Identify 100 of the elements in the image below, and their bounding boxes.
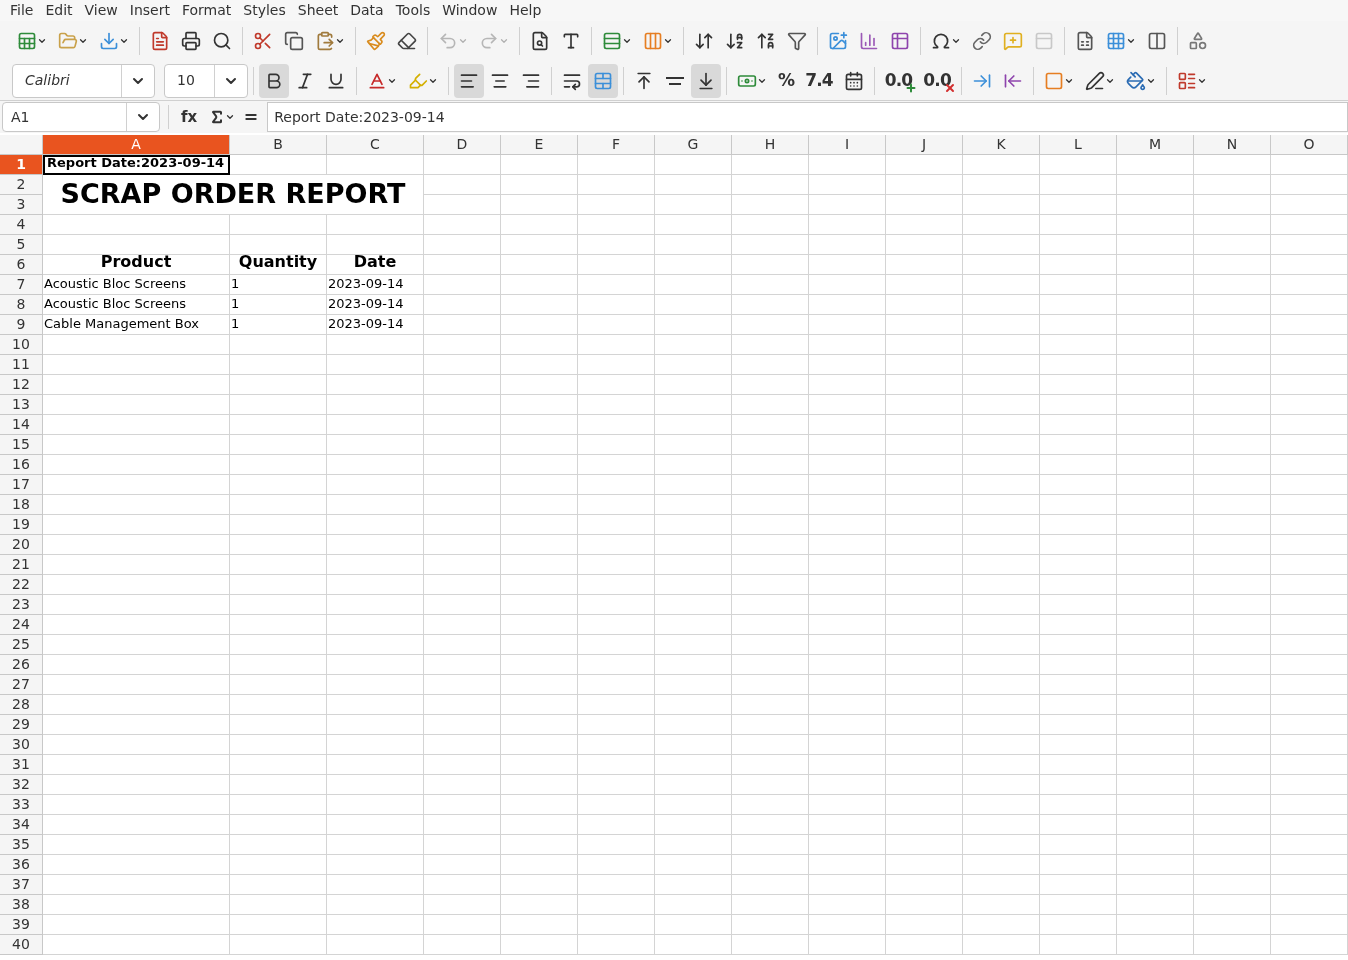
table-header-cell: Quantity [230, 255, 327, 275]
row-number[interactable]: 34 [0, 815, 43, 835]
row-number[interactable]: 31 [0, 755, 43, 775]
column-header[interactable]: H [732, 135, 809, 155]
column-header[interactable]: D [424, 135, 501, 155]
align-left-button[interactable] [454, 63, 484, 98]
row-number[interactable]: 7 [0, 275, 43, 295]
column-header[interactable]: A [43, 135, 230, 155]
row-number[interactable]: 13 [0, 395, 43, 415]
eraser-icon [397, 31, 417, 51]
row-number[interactable]: 11 [0, 355, 43, 375]
menu-item[interactable]: Edit [39, 0, 79, 21]
column-header[interactable]: F [578, 135, 655, 155]
column-header[interactable]: M [1117, 135, 1194, 155]
column-header[interactable]: O [1271, 135, 1348, 155]
name-box[interactable]: A1 [2, 102, 160, 132]
row-number[interactable]: 14 [0, 415, 43, 435]
column-header[interactable]: E [501, 135, 578, 155]
document-icon [150, 31, 170, 51]
row-number[interactable]: 23 [0, 595, 43, 615]
row-number[interactable]: 36 [0, 855, 43, 875]
download-icon [99, 31, 119, 51]
percent-format-button[interactable]: % [773, 63, 800, 98]
image-icon [828, 31, 848, 51]
menu-item[interactable]: Help [503, 0, 548, 21]
row-number[interactable]: 4 [0, 215, 43, 235]
columns-icon [643, 31, 663, 51]
row-number[interactable]: 26 [0, 655, 43, 675]
row-number[interactable]: 37 [0, 875, 43, 895]
align-bottom-button[interactable] [691, 63, 721, 98]
row-number[interactable]: 27 [0, 675, 43, 695]
menu-item[interactable]: View [78, 0, 124, 21]
row-number[interactable]: 3 [0, 195, 43, 215]
table-header-cell: Product [43, 255, 230, 275]
column-header[interactable]: C [327, 135, 424, 155]
formula-input[interactable]: Report Date:2023-09-14 [267, 102, 1348, 132]
row-number[interactable]: 12 [0, 375, 43, 395]
row-number[interactable]: 29 [0, 715, 43, 735]
borders-icon [1043, 70, 1064, 91]
column-header[interactable]: N [1194, 135, 1271, 155]
add-decimal-button[interactable]: 0.0 [879, 63, 918, 98]
row-number[interactable]: 24 [0, 615, 43, 635]
menu-item[interactable]: Sheet [291, 0, 345, 21]
row-number[interactable]: 1 [0, 155, 43, 175]
table-cell: Acoustic Bloc Screens [43, 295, 230, 315]
menu-item[interactable]: Data [344, 0, 390, 21]
row-number[interactable]: 16 [0, 455, 43, 475]
table-icon [890, 31, 910, 51]
row-number[interactable]: 30 [0, 735, 43, 755]
font-name-field[interactable]: Calibri [12, 63, 155, 98]
search-icon [530, 31, 550, 51]
menu-item[interactable]: Format [175, 0, 238, 21]
menu-item[interactable]: Tools [389, 0, 437, 21]
column-header[interactable]: I [809, 135, 886, 155]
row-number[interactable]: 39 [0, 915, 43, 935]
column-header[interactable]: B [230, 135, 327, 155]
row-number[interactable]: 19 [0, 515, 43, 535]
row-number[interactable]: 5 [0, 235, 43, 255]
sum-button[interactable] [209, 109, 236, 125]
menu-item[interactable]: Styles [237, 0, 292, 21]
number-format-button[interactable]: 7.4 [800, 63, 838, 98]
row-number[interactable]: 21 [0, 555, 43, 575]
row-number[interactable]: 17 [0, 475, 43, 495]
row-number[interactable]: 10 [0, 335, 43, 355]
sort-ascending-icon [725, 31, 745, 51]
menu-item[interactable]: File [4, 0, 40, 21]
printer-icon [181, 31, 201, 51]
column-header[interactable]: J [886, 135, 963, 155]
bar-chart-icon [859, 31, 879, 51]
menu-item[interactable]: Insert [123, 0, 176, 21]
column-header[interactable]: G [655, 135, 732, 155]
row-number[interactable]: 9 [0, 315, 43, 335]
row-number[interactable]: 2 [0, 175, 43, 195]
menu-item[interactable]: Window [436, 0, 504, 21]
row-number[interactable]: 35 [0, 835, 43, 855]
merge-cells-button[interactable] [588, 63, 618, 98]
font-size-field[interactable]: 10 [164, 63, 248, 98]
column-header[interactable]: K [963, 135, 1040, 155]
row-number[interactable]: 18 [0, 495, 43, 515]
row-number[interactable]: 33 [0, 795, 43, 815]
row-number[interactable]: 28 [0, 695, 43, 715]
row-number[interactable]: 8 [0, 295, 43, 315]
row-number[interactable]: 15 [0, 435, 43, 455]
row-number[interactable]: 22 [0, 575, 43, 595]
row-number[interactable]: 25 [0, 635, 43, 655]
clipboard-icon [315, 31, 335, 51]
row-number[interactable]: 20 [0, 535, 43, 555]
delete-decimal-button[interactable]: 0.0 [918, 63, 956, 98]
row-number[interactable]: 32 [0, 775, 43, 795]
sort-descending-icon [756, 31, 776, 51]
row-number[interactable]: 40 [0, 935, 43, 955]
function-wizard-icon[interactable]: fx [177, 105, 202, 129]
row-number[interactable]: 38 [0, 895, 43, 915]
row-number[interactable]: 6 [0, 255, 43, 275]
split-window-icon [1147, 31, 1167, 51]
caret-icon [78, 36, 88, 46]
bold-button[interactable] [259, 63, 289, 98]
magnifier-icon [212, 31, 232, 51]
caret-icon [1126, 36, 1136, 46]
column-header[interactable]: L [1040, 135, 1117, 155]
